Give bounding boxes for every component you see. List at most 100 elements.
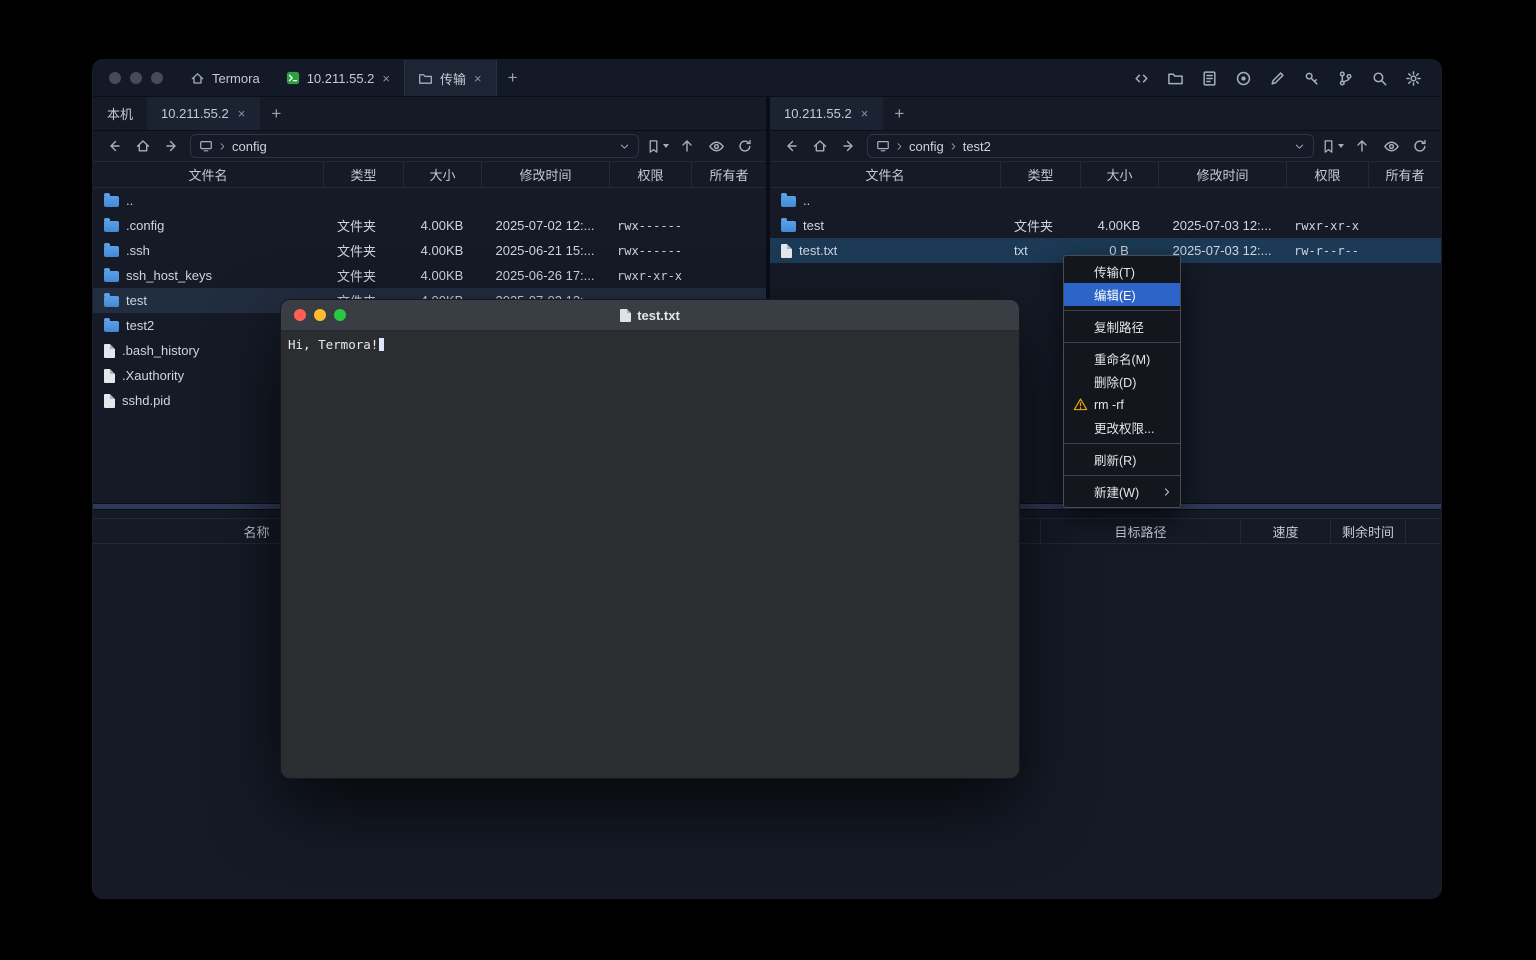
column-header-time-left[interactable]: 剩余时间 [1330,519,1405,543]
menu-item-change-permissions[interactable]: 更改权限... [1064,416,1180,439]
left-pane-toolbar: config [93,131,766,161]
search-icon[interactable] [1367,66,1391,90]
code-icon[interactable] [1129,66,1153,90]
menu-item-delete[interactable]: 删除(D) [1064,370,1180,393]
tab-host-left[interactable]: 10.211.55.2 × [147,97,260,130]
table-row[interactable]: ssh_host_keys 文件夹 4.00KB 2025-06-26 17:.… [93,263,766,288]
bookmark-button[interactable] [1321,139,1344,154]
column-header-speed[interactable]: 速度 [1240,519,1330,543]
tab-host-10-211-55-2[interactable]: 10.211.55.2 × [273,60,404,96]
table-row[interactable]: test 文件夹 4.00KB 2025-07-03 12:... rwxr-x… [770,213,1441,238]
chevron-down-icon[interactable] [619,141,630,152]
new-pane-tab-button[interactable]: + [883,97,915,130]
home-button[interactable] [132,135,154,157]
file-name: .ssh [126,243,150,258]
tab-transfer[interactable]: 传输 × [404,60,497,96]
table-row[interactable]: .. [770,188,1441,213]
menu-item-edit[interactable]: 编辑(E) [1064,283,1180,306]
tab-termora-home[interactable]: Termora [177,60,273,96]
close-icon[interactable]: × [860,105,870,122]
new-pane-tab-button[interactable]: + [260,97,292,130]
column-header-name[interactable]: 文件名 [770,162,1000,187]
menu-item-refresh[interactable]: 刷新(R) [1064,448,1180,471]
key-icon[interactable] [1299,66,1323,90]
column-header-owner[interactable]: 所有者 [691,162,766,187]
column-header-name[interactable]: 文件名 [93,162,323,187]
breadcrumb-segment[interactable]: config [909,139,944,154]
close-icon[interactable]: × [381,70,391,87]
cell-owner [691,263,766,288]
column-header-modified[interactable]: 修改时间 [1158,162,1286,187]
menu-item-copy-path[interactable]: 复制路径 [1064,315,1180,338]
maximize-window-button[interactable] [334,309,346,321]
table-row[interactable]: .config 文件夹 4.00KB 2025-07-02 12:... rwx… [93,213,766,238]
editor-titlebar[interactable]: test.txt [281,300,1019,331]
cell-perm: rwx------ [609,213,691,238]
new-tab-button[interactable]: + [497,60,529,96]
column-header-target-path[interactable]: 目标路径 [1040,519,1240,543]
menu-item-rm-rf[interactable]: rm -rf [1064,393,1180,416]
column-header-perm[interactable]: 权限 [609,162,691,187]
column-header-owner[interactable]: 所有者 [1368,162,1441,187]
edit-icon[interactable] [1265,66,1289,90]
breadcrumb-segment[interactable]: config [232,139,267,154]
column-header-type[interactable]: 类型 [323,162,403,187]
minimize-window-button[interactable] [130,72,142,84]
warning-icon [1073,397,1088,412]
refresh-button[interactable] [1409,135,1431,157]
column-header-perm[interactable]: 权限 [1286,162,1368,187]
chevron-down-icon[interactable] [1294,141,1305,152]
file-name: test2 [126,318,154,333]
column-header-type[interactable]: 类型 [1000,162,1080,187]
show-hidden-button[interactable] [705,135,727,157]
editor-content[interactable]: Hi, Termora! [281,331,1019,778]
folder-icon [104,271,119,282]
file-icon [781,244,792,258]
folder-icon [104,221,119,232]
table-row[interactable]: .. [93,188,766,213]
cell-type [323,188,403,213]
back-button[interactable] [103,135,125,157]
file-name: .bash_history [122,343,199,358]
folder-icon[interactable] [1163,66,1187,90]
menu-item-transfer[interactable]: 传输(T) [1064,260,1180,283]
settings-icon[interactable] [1401,66,1425,90]
back-button[interactable] [780,135,802,157]
upload-button[interactable] [1351,135,1373,157]
table-row[interactable]: .ssh 文件夹 4.00KB 2025-06-21 15:... rwx---… [93,238,766,263]
desktop: Termora 10.211.55.2 × 传输 × + [0,0,1536,960]
forward-button[interactable] [161,135,183,157]
refresh-button[interactable] [734,135,756,157]
bookmark-button[interactable] [646,139,669,154]
close-window-button[interactable] [109,72,121,84]
menu-item-rename[interactable]: 重命名(M) [1064,347,1180,370]
tab-label: Termora [212,71,260,86]
close-window-button[interactable] [294,309,306,321]
log-icon[interactable] [1197,66,1221,90]
upload-button[interactable] [676,135,698,157]
tab-local[interactable]: 本机 [93,97,147,130]
minimize-window-button[interactable] [314,309,326,321]
column-header-size[interactable]: 大小 [1080,162,1158,187]
branch-icon[interactable] [1333,66,1357,90]
home-button[interactable] [809,135,831,157]
record-icon[interactable] [1231,66,1255,90]
maximize-window-button[interactable] [151,72,163,84]
cell-size: 4.00KB [1080,213,1158,238]
submenu-chevron-icon [1162,487,1172,497]
column-header-modified[interactable]: 修改时间 [481,162,609,187]
tab-host-right[interactable]: 10.211.55.2 × [770,97,883,130]
breadcrumb-segment[interactable]: test2 [963,139,991,154]
menu-item-new[interactable]: 新建(W) [1064,480,1180,503]
file-name: test [126,293,147,308]
close-icon[interactable]: × [473,70,483,87]
show-hidden-button[interactable] [1380,135,1402,157]
titlebar: Termora 10.211.55.2 × 传输 × + [93,60,1441,97]
path-bar[interactable]: config test2 [867,134,1314,158]
path-bar[interactable]: config [190,134,639,158]
forward-button[interactable] [838,135,860,157]
cell-owner [691,188,766,213]
chevron-right-icon [218,142,227,151]
column-header-size[interactable]: 大小 [403,162,481,187]
close-icon[interactable]: × [237,105,247,122]
